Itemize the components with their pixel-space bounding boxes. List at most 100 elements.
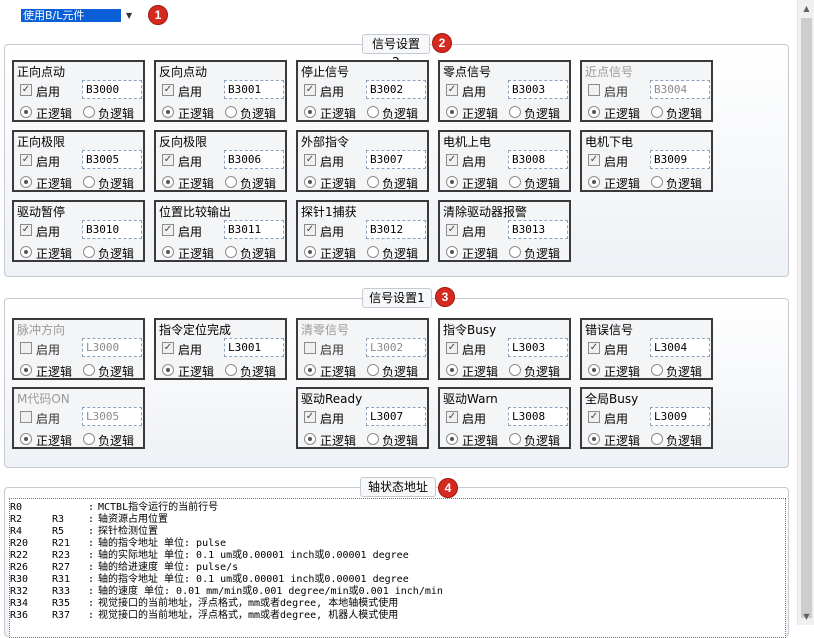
positive-logic-radio[interactable]: [446, 364, 458, 376]
chevron-down-icon[interactable]: ▼: [126, 11, 132, 20]
positive-logic-radio[interactable]: [20, 364, 32, 376]
address-field[interactable]: L3002: [366, 338, 426, 357]
address-field[interactable]: B3000: [82, 80, 142, 99]
positive-logic-radio[interactable]: [20, 106, 32, 118]
positive-logic-radio[interactable]: [20, 176, 32, 188]
negative-logic-radio[interactable]: [651, 176, 663, 188]
enable-checkbox[interactable]: ✓: [446, 342, 458, 354]
positive-logic-radio[interactable]: [162, 106, 174, 118]
negative-logic-radio[interactable]: [225, 246, 237, 258]
address-field[interactable]: L3008: [508, 407, 568, 426]
positive-logic-radio[interactable]: [446, 106, 458, 118]
positive-logic-radio[interactable]: [588, 106, 600, 118]
negative-logic-radio[interactable]: [651, 106, 663, 118]
enable-checkbox[interactable]: ✓: [20, 154, 32, 166]
enable-checkbox[interactable]: ✓: [446, 411, 458, 423]
enable-checkbox[interactable]: [588, 84, 600, 96]
address-field[interactable]: L3007: [366, 407, 426, 426]
negative-logic-radio[interactable]: [367, 106, 379, 118]
enable-checkbox[interactable]: ✓: [304, 411, 316, 423]
address-field[interactable]: B3010: [82, 220, 142, 239]
enable-checkbox[interactable]: ✓: [20, 224, 32, 236]
address-field[interactable]: B3009: [650, 150, 710, 169]
enable-checkbox[interactable]: ✓: [20, 84, 32, 96]
positive-logic-radio[interactable]: [446, 433, 458, 445]
positive-logic-radio[interactable]: [446, 176, 458, 188]
address-field[interactable]: B3013: [508, 220, 568, 239]
positive-logic-radio[interactable]: [304, 364, 316, 376]
positive-logic-radio[interactable]: [304, 433, 316, 445]
negative-logic-radio[interactable]: [509, 176, 521, 188]
negative-logic-radio[interactable]: [225, 106, 237, 118]
address-field[interactable]: B3006: [224, 150, 284, 169]
enable-checkbox[interactable]: ✓: [588, 342, 600, 354]
vertical-scrollbar[interactable]: ▲ ▼: [797, 0, 814, 625]
address-field[interactable]: B3001: [224, 80, 284, 99]
positive-logic-radio[interactable]: [588, 433, 600, 445]
enable-checkbox[interactable]: ✓: [162, 224, 174, 236]
negative-logic-radio[interactable]: [651, 433, 663, 445]
scrollbar-thumb[interactable]: [801, 18, 812, 618]
positive-logic-radio[interactable]: [588, 176, 600, 188]
address-field[interactable]: B3004: [650, 80, 710, 99]
address-field[interactable]: B3012: [366, 220, 426, 239]
enable-checkbox[interactable]: ✓: [446, 154, 458, 166]
enable-checkbox[interactable]: [20, 342, 32, 354]
negative-logic-radio[interactable]: [367, 246, 379, 258]
address-field[interactable]: L3005: [82, 407, 142, 426]
positive-logic-radio[interactable]: [588, 364, 600, 376]
negative-logic-radio[interactable]: [83, 364, 95, 376]
positive-logic-radio[interactable]: [20, 246, 32, 258]
address-field[interactable]: L3001: [224, 338, 284, 357]
positive-logic-radio[interactable]: [446, 246, 458, 258]
negative-logic-radio[interactable]: [367, 176, 379, 188]
positive-logic-radio[interactable]: [304, 106, 316, 118]
positive-logic-radio[interactable]: [304, 176, 316, 188]
negative-logic-radio[interactable]: [509, 246, 521, 258]
negative-logic-radio[interactable]: [367, 433, 379, 445]
negative-logic-radio[interactable]: [225, 364, 237, 376]
address-field[interactable]: B3007: [366, 150, 426, 169]
negative-logic-radio[interactable]: [509, 433, 521, 445]
negative-logic-radio[interactable]: [83, 106, 95, 118]
enable-checkbox[interactable]: ✓: [162, 154, 174, 166]
address-field[interactable]: B3008: [508, 150, 568, 169]
address-field[interactable]: L3003: [508, 338, 568, 357]
address-field[interactable]: B3005: [82, 150, 142, 169]
positive-logic-radio[interactable]: [304, 246, 316, 258]
positive-logic-radio[interactable]: [162, 246, 174, 258]
positive-logic-radio[interactable]: [20, 433, 32, 445]
enable-checkbox[interactable]: ✓: [446, 224, 458, 236]
register-description: 探针检测位置: [98, 526, 158, 537]
negative-logic-radio[interactable]: [509, 106, 521, 118]
mode-combobox[interactable]: 使用B/L元件 ▼: [21, 6, 141, 24]
negative-logic-radio[interactable]: [83, 433, 95, 445]
negative-logic-radio[interactable]: [367, 364, 379, 376]
negative-logic-radio[interactable]: [651, 364, 663, 376]
scroll-down-icon[interactable]: ▼: [798, 608, 814, 625]
enable-checkbox[interactable]: ✓: [304, 154, 316, 166]
axis-status-list[interactable]: R0: MCTBL指令运行的当前行号 R2 R3: 轴资源占用位置 R4 R5: 探针检测位置…: [9, 498, 786, 638]
address-field[interactable]: B3003: [508, 80, 568, 99]
enable-checkbox[interactable]: ✓: [588, 411, 600, 423]
negative-logic-radio[interactable]: [83, 246, 95, 258]
address-field[interactable]: L3009: [650, 407, 710, 426]
negative-logic-radio[interactable]: [225, 176, 237, 188]
address-field[interactable]: L3004: [650, 338, 710, 357]
enable-checkbox[interactable]: ✓: [162, 342, 174, 354]
positive-logic-radio[interactable]: [162, 364, 174, 376]
enable-checkbox[interactable]: ✓: [304, 84, 316, 96]
scroll-up-icon[interactable]: ▲: [798, 0, 814, 17]
negative-logic-radio[interactable]: [83, 176, 95, 188]
enable-checkbox[interactable]: [20, 411, 32, 423]
enable-checkbox[interactable]: [304, 342, 316, 354]
address-field[interactable]: L3000: [82, 338, 142, 357]
enable-checkbox[interactable]: ✓: [446, 84, 458, 96]
positive-logic-radio[interactable]: [162, 176, 174, 188]
enable-checkbox[interactable]: ✓: [588, 154, 600, 166]
negative-logic-radio[interactable]: [509, 364, 521, 376]
address-field[interactable]: B3002: [366, 80, 426, 99]
address-field[interactable]: B3011: [224, 220, 284, 239]
enable-checkbox[interactable]: ✓: [304, 224, 316, 236]
enable-checkbox[interactable]: ✓: [162, 84, 174, 96]
